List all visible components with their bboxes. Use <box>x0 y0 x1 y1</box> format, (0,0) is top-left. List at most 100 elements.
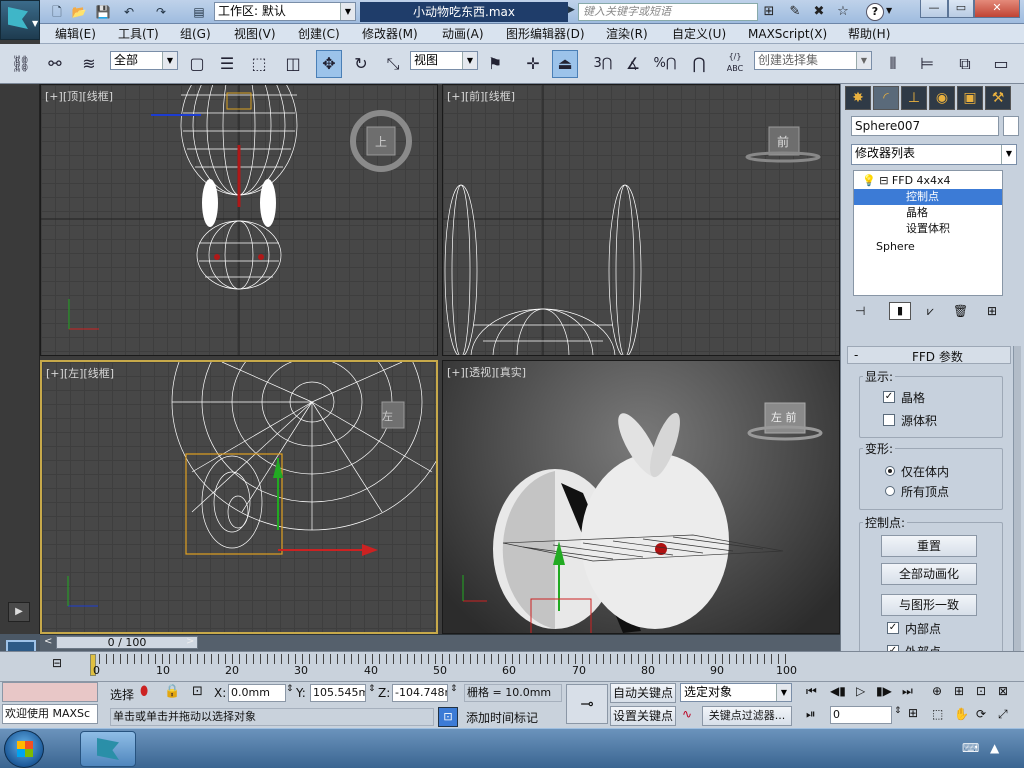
x-spinner-icon[interactable]: ⇕ <box>286 684 294 694</box>
absolute-mode-icon[interactable]: ⊡ <box>192 684 203 699</box>
select-and-move-icon[interactable]: ✥ <box>316 50 342 78</box>
make-unique-icon[interactable]: ⩗ <box>927 304 934 319</box>
align-icon[interactable]: ⊨ <box>914 50 940 78</box>
previous-frame-icon[interactable]: ◀▮ <box>830 684 846 698</box>
y-coordinate-field[interactable]: 105.545mm <box>310 684 366 702</box>
menu-edit[interactable]: 编辑(E) <box>55 26 96 42</box>
modifier-list-dropdown[interactable]: 修改器列表 ▼ <box>851 144 1017 165</box>
taskbar-3dsmax-app[interactable] <box>80 731 136 767</box>
lock-selection-icon[interactable]: 🔒 <box>164 684 180 699</box>
time-tag-icon[interactable]: ⊡ <box>438 707 458 727</box>
ffd-params-rollout-header[interactable]: - FFD 参数 <box>847 346 1011 364</box>
menu-customize[interactable]: 自定义(U) <box>672 26 726 42</box>
show-end-result-icon[interactable]: ▮ <box>889 302 911 320</box>
current-frame-field[interactable]: 0 <box>830 706 892 724</box>
field-of-view-icon[interactable]: ⬚ <box>932 707 943 721</box>
stack-item-control-points[interactable]: 控制点 <box>854 189 1002 205</box>
auto-key-button[interactable]: 自动关键点 <box>610 683 676 703</box>
toggle-ribbon-icon[interactable]: ▭ <box>988 50 1014 78</box>
close-button[interactable]: ✕ <box>974 0 1020 18</box>
remove-modifier-icon[interactable]: 🗑 <box>953 304 968 318</box>
maxscript-listener-mini[interactable] <box>2 682 98 702</box>
select-and-scale-icon[interactable]: ⤡ <box>380 50 406 78</box>
viewport-left-label[interactable]: [+][左][线框] <box>46 365 114 381</box>
display-tab-icon[interactable]: ▣ <box>957 86 983 110</box>
y-spinner-icon[interactable]: ⇕ <box>368 684 376 694</box>
z-spinner-icon[interactable]: ⇕ <box>450 684 458 694</box>
exchange-icon[interactable]: ✖ <box>810 4 828 20</box>
go-to-end-icon[interactable]: ⏭ <box>902 684 913 699</box>
stack-item-set-volume[interactable]: 设置体积 <box>854 221 1002 237</box>
rectangular-selection-icon[interactable]: ⬚ <box>246 50 272 78</box>
viewcube-front[interactable]: 前 <box>777 133 789 150</box>
menu-views[interactable]: 视图(V) <box>234 26 276 42</box>
viewport-left[interactable]: [+][左][线框] 左 <box>40 360 438 634</box>
motion-tab-icon[interactable]: ◉ <box>929 86 955 110</box>
menu-create[interactable]: 创建(C) <box>298 26 340 42</box>
z-coordinate-field[interactable]: -104.748m <box>392 684 448 702</box>
viewcube-left[interactable]: 左 <box>382 408 393 424</box>
command-panel-scrollbar[interactable] <box>1013 346 1021 666</box>
percent-snap-icon[interactable]: %⋂ <box>652 50 678 78</box>
isolate-selection-icon[interactable]: ⬮ <box>140 684 148 699</box>
reference-coordinate-dropdown[interactable]: 视图 ▼ <box>410 51 478 70</box>
inside-points-checkbox[interactable]: ✓ <box>887 622 899 634</box>
show-hidden-icons-icon[interactable]: ▲ <box>990 741 999 755</box>
spinner-snap-icon[interactable]: ⋂ <box>686 50 712 78</box>
create-tab-icon[interactable]: ✸ <box>845 86 871 110</box>
binoculars-icon[interactable]: ⊞ <box>760 4 778 20</box>
viewport-front[interactable]: 前 [+][前][线框] <box>442 84 840 356</box>
menu-help[interactable]: 帮助(H) <box>848 26 890 42</box>
source-volume-checkbox[interactable] <box>883 414 895 426</box>
named-selection-sets-dropdown[interactable]: 创建选择集 ▼ <box>754 51 872 70</box>
keyboard-tray-icon[interactable]: ⌨ <box>962 741 979 755</box>
key-filter-curve-icon[interactable]: ∿ <box>682 707 692 721</box>
zoom-extents-icon[interactable]: ⊡ <box>976 684 986 698</box>
menu-group[interactable]: 组(G) <box>180 26 211 42</box>
modify-tab-icon[interactable]: ◜ <box>873 86 899 110</box>
hierarchy-tab-icon[interactable]: ⊥ <box>901 86 927 110</box>
pivot-center-icon[interactable]: ⚑ <box>482 50 508 78</box>
viewport-perspective-label[interactable]: [+][透视][真实] <box>447 364 526 380</box>
menu-tools[interactable]: 工具(T) <box>118 26 159 42</box>
new-file-icon[interactable]: 🗋 <box>48 3 66 21</box>
reset-button[interactable]: 重置 <box>881 535 977 557</box>
time-config-icon[interactable]: ⊞ <box>908 706 918 720</box>
mirror-icon[interactable]: ⫴ <box>880 50 906 78</box>
expand-arrow-icon[interactable]: ▶ <box>8 602 30 622</box>
all-vertices-radio[interactable] <box>885 486 895 496</box>
go-to-start-icon[interactable]: ⏮ <box>806 684 817 699</box>
zoom-icon[interactable]: ⊕ <box>932 684 942 698</box>
x-coordinate-field[interactable]: 0.0mm <box>228 684 286 702</box>
configure-modifier-sets-icon[interactable]: ⊞ <box>987 304 997 318</box>
collapse-icon[interactable]: ⊟ <box>879 174 888 187</box>
communication-icon[interactable]: ✎ <box>786 4 804 20</box>
time-prev-icon[interactable]: < <box>44 636 52 647</box>
help-icon[interactable]: ? <box>866 3 884 21</box>
time-slider[interactable]: 0 / 100 <box>56 636 198 649</box>
maximize-button[interactable]: ▭ <box>948 0 974 18</box>
search-input[interactable]: 键入关键字或短语 <box>578 3 758 21</box>
menu-modifiers[interactable]: 修改器(M) <box>362 26 418 42</box>
viewcube-perspective[interactable]: 左 前 <box>771 409 797 425</box>
key-target-dropdown[interactable]: 选定对象 ▼ <box>680 683 792 702</box>
select-object-icon[interactable]: ▢ <box>184 50 210 78</box>
pin-stack-icon[interactable]: ⊣ <box>855 304 865 318</box>
application-button[interactable]: ▼ <box>0 0 40 40</box>
start-button[interactable] <box>4 730 44 768</box>
stack-item-sphere[interactable]: Sphere <box>854 239 1002 255</box>
redo-icon[interactable]: ↷ <box>152 3 170 21</box>
viewport-top[interactable]: 上 [+][顶][线框] <box>40 84 438 356</box>
minimize-button[interactable]: — <box>920 0 948 18</box>
snap-toggle-icon[interactable]: 3⋂ <box>590 50 616 78</box>
conform-to-shape-button[interactable]: 与图形一致 <box>881 594 977 616</box>
keyboard-shortcut-override-icon[interactable]: ⏏ <box>552 50 578 78</box>
select-and-rotate-icon[interactable]: ↻ <box>348 50 374 78</box>
set-key-button[interactable]: 设置关键点 <box>610 706 676 726</box>
utilities-tab-icon[interactable]: ⚒ <box>985 86 1011 110</box>
object-name-field[interactable]: Sphere007 <box>851 116 999 136</box>
stack-item-lattice[interactable]: 晶格 <box>854 205 1002 221</box>
open-file-icon[interactable]: 📂 <box>70 3 88 21</box>
window-crossing-icon[interactable]: ◫ <box>280 50 306 78</box>
save-icon[interactable]: 💾 <box>94 3 112 21</box>
